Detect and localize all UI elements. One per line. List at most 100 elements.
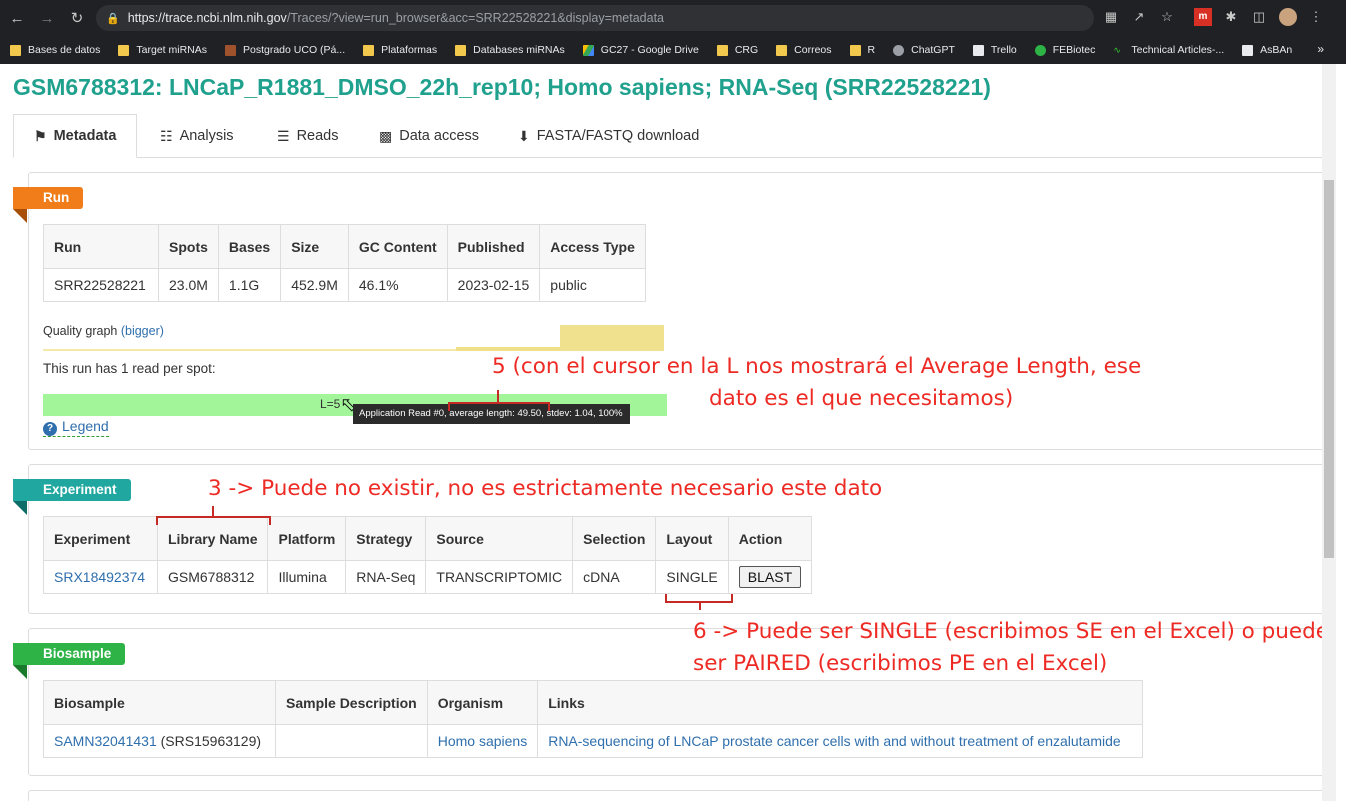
table-header: Run	[43, 224, 159, 269]
febiotec-icon	[1034, 44, 1046, 56]
question-icon: ?	[43, 422, 57, 436]
biosample-link[interactable]: SAMN32041431	[54, 733, 157, 749]
organism-link[interactable]: Homo sapiens	[438, 733, 528, 749]
annotation-brace-tick	[699, 603, 701, 610]
url-text: https://trace.ncbi.nlm.nih.gov/Traces/?v…	[127, 11, 664, 25]
srs-id: (SRS15963129)	[160, 733, 262, 749]
table-header: Size	[280, 224, 349, 269]
table-cell: 46.1%	[347, 268, 448, 302]
folder-icon	[10, 44, 21, 56]
bookmarks-more-icon[interactable]: »	[1317, 42, 1324, 56]
bookmark-item[interactable]: Trello	[972, 44, 1017, 56]
back-icon[interactable]: ←	[4, 10, 30, 27]
bookmark-item[interactable]: Databases miRNAs	[455, 44, 565, 56]
google-drive-icon	[582, 44, 594, 56]
quality-graph-bar	[456, 347, 560, 351]
menu-dots-icon[interactable]: ⋮	[1307, 8, 1325, 26]
bookmark-item[interactable]: ChatGPT	[893, 44, 955, 56]
asban-icon	[1242, 44, 1254, 56]
annotation-6-line1: 6 -> Puede ser SINGLE (escribimos SE en …	[693, 619, 1322, 644]
folder-icon	[776, 44, 788, 56]
bookmark-item[interactable]: ∿ Technical Articles-...	[1113, 44, 1224, 56]
blast-button[interactable]: BLAST	[738, 566, 802, 588]
table-row: SRR22528221 23.0M 1.1G 452.9M 46.1% 2023…	[43, 268, 646, 302]
bookmark-item[interactable]: Bases de datos	[10, 44, 100, 56]
bookmark-item[interactable]: GC27 - Google Drive	[582, 44, 699, 56]
reload-icon[interactable]: ↻	[64, 9, 90, 27]
sitemap-icon: ☷	[160, 127, 173, 144]
table-header: Source	[425, 516, 574, 561]
table-header: Layout	[655, 516, 729, 561]
table-header: Organism	[426, 680, 539, 725]
tab-bar: ⚑ Metadata ☷ Analysis ☰ Reads ▩ Data access …	[13, 114, 1322, 158]
forward-icon[interactable]: →	[34, 10, 60, 27]
quality-graph-bar	[560, 325, 664, 351]
table-header: Strategy	[345, 516, 427, 561]
share-icon[interactable]: ↗	[1130, 8, 1148, 26]
action-cell: BLAST	[727, 560, 813, 594]
table-header: Action	[727, 516, 813, 561]
table-cell: SINGLE	[655, 560, 729, 594]
site-icon	[225, 44, 236, 56]
legend-link[interactable]: ? Legend	[43, 418, 109, 437]
folder-icon	[118, 44, 130, 56]
annotation-5-line1: 5 (con el cursor en la L nos mostrará el…	[492, 354, 1142, 379]
bookmark-item[interactable]: AsBAn	[1242, 44, 1292, 56]
study-link[interactable]: RNA-sequencing of LNCaP prostate cancer …	[548, 733, 1121, 749]
biosample-table: Biosample Sample Description Organism Li…	[43, 680, 1144, 758]
bookmark-item[interactable]: Target miRNAs	[118, 44, 207, 56]
bookmark-item[interactable]: R	[849, 44, 875, 56]
side-panel-icon[interactable]: ◫	[1250, 8, 1268, 26]
bookmark-star-icon[interactable]: ☆	[1158, 8, 1176, 26]
table-cell	[275, 724, 428, 758]
table-cell: SRR22528221	[43, 268, 159, 302]
browser-toolbar: ← → ↻ 🔒 https://trace.ncbi.nlm.nih.gov/T…	[0, 0, 1346, 36]
bookmark-item[interactable]: Postgrado UCO (Pá...	[225, 44, 345, 56]
extensions-puzzle-icon[interactable]: ✱	[1222, 8, 1240, 26]
table-cell: 23.0M	[158, 268, 219, 302]
links-cell: RNA-sequencing of LNCaP prostate cancer …	[537, 724, 1144, 758]
address-bar[interactable]: 🔒 https://trace.ncbi.nlm.nih.gov/Traces/…	[96, 5, 1094, 31]
run-table: Run Spots Bases Size GC Content Publishe…	[43, 224, 646, 302]
table-header: Published	[446, 224, 541, 269]
table-cell: Illumina	[267, 560, 347, 594]
extension-icon[interactable]: m	[1194, 8, 1212, 26]
table-header: Access Type	[539, 224, 646, 269]
lock-icon: 🔒	[106, 12, 120, 25]
bookmark-item[interactable]: Correos	[776, 44, 832, 56]
annotation-brace	[156, 516, 271, 525]
bookmark-item[interactable]: FEBiotec	[1034, 44, 1095, 56]
tags-icon: ⚑	[34, 127, 47, 144]
profile-avatar-icon[interactable]	[1279, 8, 1297, 26]
bookmark-item[interactable]: Plataformas	[363, 44, 437, 56]
read-length-label[interactable]: L=5	[320, 397, 340, 411]
bookmark-item[interactable]: CRG	[716, 44, 758, 56]
next-panel	[28, 790, 1322, 801]
table-header: Sample Description	[275, 680, 428, 725]
tab-metadata[interactable]: ⚑ Metadata	[13, 114, 138, 158]
experiment-link[interactable]: SRX18492374	[54, 569, 145, 585]
table-row: SRX18492374 GSM6788312 Illumina RNA-Seq …	[43, 560, 813, 594]
table-cell: RNA-Seq	[345, 560, 427, 594]
tab-reads[interactable]: ☰ Reads	[277, 114, 338, 158]
biosample-cell: SAMN32041431 (SRS15963129)	[43, 724, 276, 758]
table-cell: 1.1G	[217, 268, 282, 302]
run-ribbon: Run	[13, 187, 84, 223]
tab-data-access[interactable]: ▩ Data access	[379, 114, 479, 158]
folder-icon	[455, 44, 467, 56]
translate-icon[interactable]: ▦	[1102, 8, 1120, 26]
quality-bigger-link[interactable]: (bigger)	[121, 324, 164, 338]
scrollbar-thumb[interactable]	[1324, 180, 1334, 558]
table-header: GC Content	[347, 224, 448, 269]
annotation-brace	[665, 594, 733, 603]
tab-fasta-download[interactable]: ⬇ FASTA/FASTQ download	[518, 114, 699, 158]
table-cell: TRANSCRIPTOMIC	[425, 560, 574, 594]
table-row: SAMN32041431 (SRS15963129) Homo sapiens …	[43, 724, 1144, 758]
folder-icon	[363, 44, 375, 56]
download-icon: ⬇	[518, 127, 530, 144]
table-header: Platform	[267, 516, 347, 561]
page-content: GSM6788312: LNCaP_R1881_DMSO_22h_rep10; …	[0, 64, 1322, 801]
tab-analysis[interactable]: ☷ Analysis	[160, 114, 234, 158]
folder-icon	[849, 44, 861, 56]
technical-articles-icon: ∿	[1113, 44, 1121, 55]
